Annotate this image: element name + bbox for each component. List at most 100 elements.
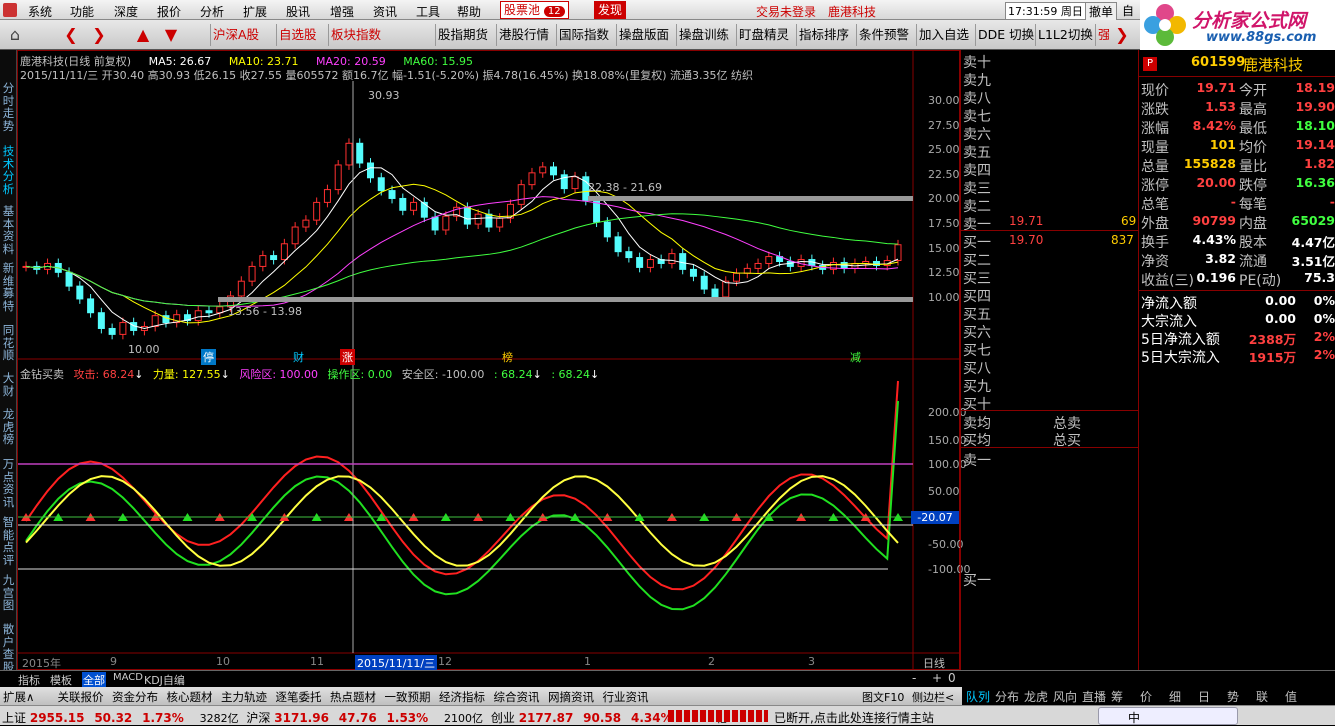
home-icon[interactable]: ⌂ — [2, 24, 28, 46]
flow-field: 0.00 — [1265, 293, 1296, 308]
event-limit-up[interactable]: 涨 — [340, 349, 355, 365]
tab-intl-index[interactable]: 国际指数 — [556, 24, 611, 46]
sidebar-item-fundamental[interactable]: 基本资料 — [1, 205, 16, 255]
info-tab[interactable]: 网摘资讯 — [548, 689, 594, 705]
tab-watchlist[interactable]: 自选股 — [276, 24, 319, 46]
down-arrow-icon[interactable]: ▼ — [158, 24, 184, 46]
event-suspend[interactable]: 停 — [201, 349, 216, 365]
info-tab[interactable]: 资金分布 — [112, 689, 158, 705]
side-tab[interactable]: 细 — [1169, 688, 1181, 705]
event-dragon-list[interactable]: 榜 — [502, 349, 513, 365]
side-tab[interactable]: 筹 — [1111, 688, 1123, 705]
discover-button[interactable]: 发现 — [594, 1, 626, 19]
tab-kdj[interactable]: KDJ自编 — [144, 672, 185, 688]
stock-pool-button[interactable]: 股票池 12 — [500, 1, 569, 19]
side-tab[interactable]: 值 — [1285, 688, 1297, 705]
ime-mode[interactable]: 中 — [1128, 709, 1140, 726]
quote-field: 涨停 — [1141, 175, 1169, 195]
info-tab[interactable]: 经济指标 — [439, 689, 485, 705]
menu-analysis[interactable]: 分析 — [200, 3, 224, 20]
sidebar-item-review[interactable]: 智能点评 — [1, 516, 16, 566]
sidebar-item-news[interactable]: 万点资讯 — [1, 458, 16, 508]
menu-help[interactable]: 帮助 — [457, 3, 481, 20]
grid-lines — [18, 51, 959, 669]
event-finance[interactable]: 财 — [293, 349, 304, 365]
side-tab[interactable]: 龙虎 — [1024, 688, 1048, 705]
x-tick-1: 1 — [584, 655, 591, 668]
side-tab[interactable]: 队列 — [966, 688, 990, 705]
self-button[interactable]: 自 — [1122, 2, 1134, 19]
tab-hk-stocks[interactable]: 港股行情 — [496, 24, 551, 46]
sidebar-item-dragon[interactable]: 龙虎榜 — [1, 408, 16, 446]
tab-index-futures[interactable]: 股指期货 — [435, 24, 490, 46]
menu-function[interactable]: 功能 — [70, 3, 94, 20]
order-book-buy-level: 买八 — [963, 358, 991, 378]
order-book-buy-level: 买二 — [963, 250, 991, 270]
info-tab[interactable]: 综合资讯 — [494, 689, 540, 705]
sidebar-item-ths[interactable]: 同花顺 — [1, 324, 16, 362]
tab-all[interactable]: 全部 — [82, 672, 106, 688]
l1l2-switch-button[interactable]: L1L2切换 — [1035, 24, 1095, 46]
prev-arrow-icon[interactable]: ❮ — [58, 24, 84, 46]
info-tab[interactable]: 关联报价 — [58, 689, 104, 705]
add-watchlist-button[interactable]: 加入自选 — [916, 24, 971, 46]
side-tab[interactable]: 日 — [1198, 688, 1210, 705]
tab-strong[interactable]: 强 — [1095, 24, 1109, 46]
tab-indicator-sort[interactable]: 指标排序 — [796, 24, 851, 46]
event-reduce[interactable]: 减 — [850, 349, 861, 365]
side-tab[interactable]: 联 — [1256, 688, 1268, 705]
info-tab[interactable]: 主力轨迹 — [221, 689, 267, 705]
tab-trade-train[interactable]: 操盘训练 — [676, 24, 731, 46]
tab-sh-sz-a[interactable]: 沪深A股 — [210, 24, 261, 46]
up-arrow-icon[interactable]: ▲ — [130, 24, 156, 46]
info-tab[interactable]: 一致预期 — [385, 689, 431, 705]
login-status[interactable]: 交易未登录 — [756, 3, 816, 20]
menu-info[interactable]: 资讯 — [373, 3, 397, 20]
tab-macd[interactable]: MACD — [113, 672, 143, 683]
info-tab[interactable]: 热点题材 — [330, 689, 376, 705]
menu-tools[interactable]: 工具 — [416, 3, 440, 20]
info-tab[interactable]: 扩展∧ — [3, 689, 34, 705]
menu-quote[interactable]: 报价 — [157, 3, 181, 20]
f10-button[interactable]: 图文F10 — [862, 689, 904, 705]
app-icon[interactable] — [3, 3, 17, 17]
tab-watch-wizard[interactable]: 盯盘精灵 — [736, 24, 791, 46]
sidebar-item-grid[interactable]: 九宫图 — [1, 574, 16, 612]
sidebar-item-new[interactable]: 新维募特 — [1, 262, 16, 312]
menu-depth[interactable]: 深度 — [114, 3, 138, 20]
next-arrow-icon[interactable]: ❯ — [86, 24, 112, 46]
menu-stock-news[interactable]: 股讯 — [286, 3, 310, 20]
info-tab[interactable]: 核心题材 — [167, 689, 213, 705]
sidebar-item-retail[interactable]: 散户查股 — [1, 623, 16, 673]
info-tab[interactable]: 行业资讯 — [603, 689, 649, 705]
sidebar-item-technical[interactable]: 技术分析 — [1, 145, 16, 195]
menu-system[interactable]: 系统 — [28, 3, 52, 20]
toolbar-scroll-icon[interactable]: ❯ — [1112, 24, 1132, 46]
sidebar-item-finance[interactable]: 大财 — [1, 372, 16, 397]
chart-canvas[interactable] — [18, 51, 959, 669]
menu-enhance[interactable]: 增强 — [330, 3, 354, 20]
kline-chart[interactable]: 鹿港科技(日线 前复权) MA5: 26.67 MA10: 23.71 MA20… — [17, 50, 960, 670]
side-tab[interactable]: 势 — [1227, 688, 1239, 705]
side-tab[interactable]: 风向 — [1053, 688, 1077, 705]
tab-alert[interactable]: 条件预警 — [856, 24, 911, 46]
zoom-out-button[interactable]: - — [912, 671, 916, 685]
side-tab[interactable]: 分布 — [995, 688, 1019, 705]
tab-sector-index[interactable]: 板块指数 — [328, 24, 383, 46]
tab-template[interactable]: 模板 — [50, 672, 72, 688]
zoom-in-button[interactable]: + — [932, 671, 942, 685]
info-tab[interactable]: 逐笔委托 — [276, 689, 322, 705]
side-tab[interactable]: 直播 — [1082, 688, 1106, 705]
tab-indicator[interactable]: 指标 — [18, 672, 40, 688]
tab-trade-layout[interactable]: 操盘版面 — [616, 24, 671, 46]
menu-extend[interactable]: 扩展 — [243, 3, 267, 20]
period-label[interactable]: 日线 — [923, 655, 945, 671]
side-tab[interactable]: 价 — [1140, 688, 1152, 705]
sidebar-toggle[interactable]: 侧边栏< — [912, 689, 954, 705]
withdraw-button[interactable]: 撤单 — [1085, 2, 1117, 21]
sidebar-item-intraday[interactable]: 分时走势 — [1, 82, 16, 132]
reset-button[interactable]: 0 — [948, 671, 956, 685]
connection-message[interactable]: 已断开,点击此处连接行情主站 — [774, 709, 934, 726]
indicator-name[interactable]: 金钻买卖 — [20, 368, 64, 381]
dde-switch-button[interactable]: DDE 切换 — [975, 24, 1036, 46]
